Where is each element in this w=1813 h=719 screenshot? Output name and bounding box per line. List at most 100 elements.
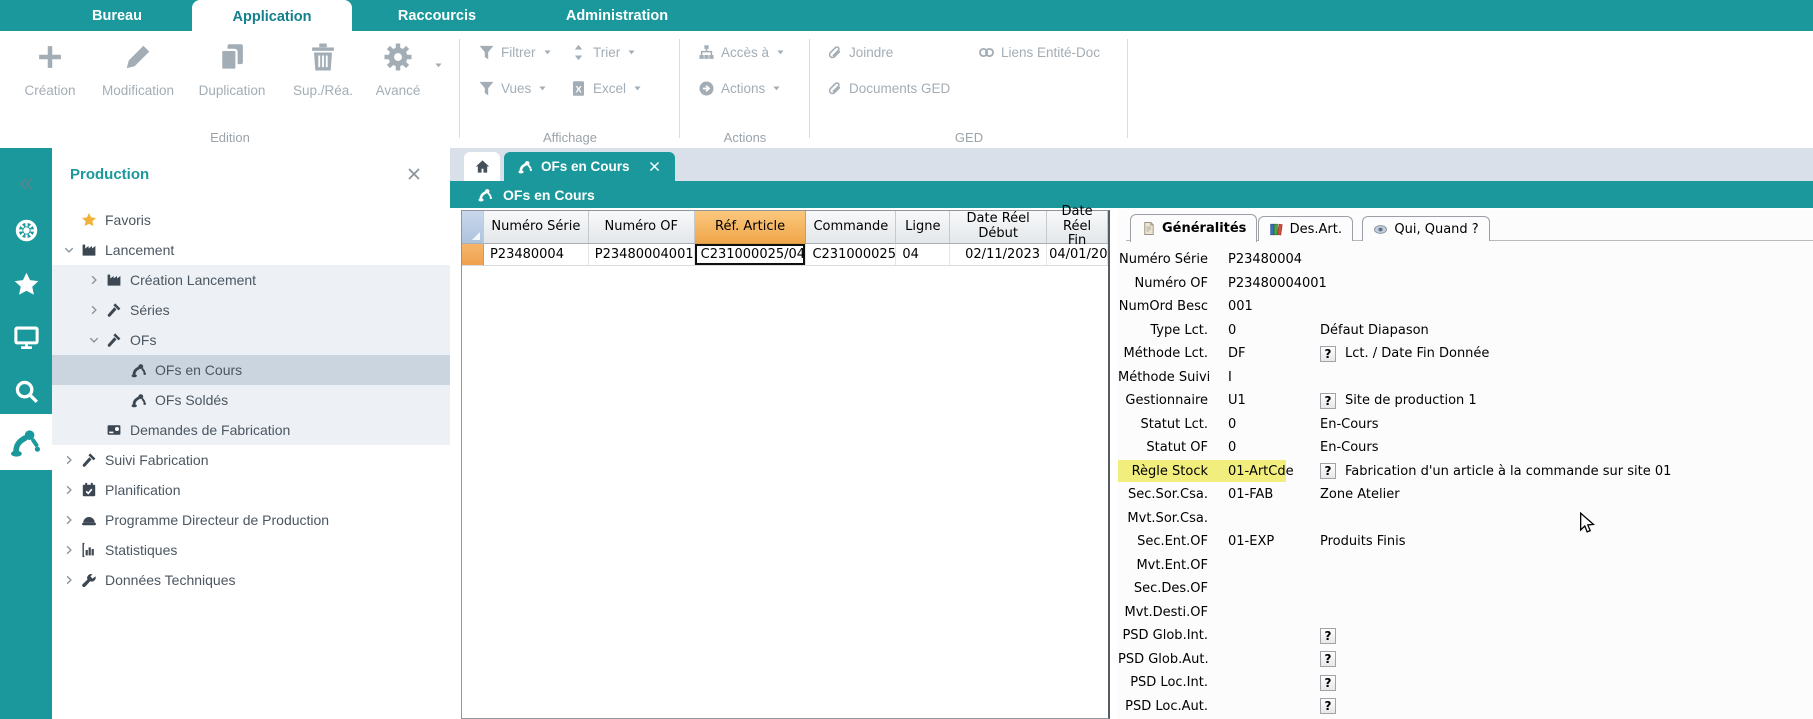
home-tab[interactable]: [464, 152, 500, 181]
help-button[interactable]: ?: [1320, 628, 1336, 644]
search-button[interactable]: [0, 373, 52, 409]
chevron-right-icon[interactable]: [63, 454, 81, 466]
ribbon-group-affichage: FiltrerTrierVuesXExcelAffichage: [460, 31, 680, 148]
select-all-corner-cell[interactable]: [462, 211, 484, 244]
paperclip-icon: [826, 44, 843, 61]
robot-arm-icon: [131, 362, 147, 378]
trier-button[interactable]: Trier: [570, 44, 636, 61]
eye-card-icon: [1373, 222, 1388, 237]
grid-cell[interactable]: P23480004001: [589, 244, 695, 266]
liens-entit-doc-button[interactable]: Liens Entité-Doc: [978, 44, 1100, 61]
cr-ation-button[interactable]: Création: [8, 39, 92, 98]
sidebar-item-lancement[interactable]: Lancement: [52, 235, 450, 265]
column-header-num-ro-of[interactable]: Numéro OF: [589, 211, 695, 244]
grid-cell[interactable]: P23480004: [484, 244, 589, 266]
button-label: Vues: [501, 81, 531, 96]
grid-cell[interactable]: 04: [896, 244, 950, 266]
tab-ofs-en-cours[interactable]: OFs en Cours: [504, 152, 675, 181]
sidebar-item-statistiques[interactable]: Statistiques: [52, 535, 450, 565]
content-title-bar: OFs en Cours: [450, 181, 1813, 208]
column-header-date-r-el-fin[interactable]: Date Réel Fin: [1047, 211, 1108, 244]
sidebar-close-button[interactable]: [406, 166, 424, 184]
sidebar-item-ofs-en-cours[interactable]: OFs en Cours: [52, 355, 450, 385]
help-button[interactable]: ?: [1320, 651, 1336, 667]
sidebar-item-ofs[interactable]: OFs: [52, 325, 450, 355]
menu-tab-raccourcis[interactable]: Raccourcis: [352, 0, 522, 31]
sidebar-item-favoris[interactable]: Favoris: [52, 205, 450, 235]
documents-ged-button[interactable]: Documents GED: [826, 80, 950, 97]
sidebar-item-demandes-de-fabrication[interactable]: Demandes de Fabrication: [52, 415, 450, 445]
close-tab-icon[interactable]: [648, 160, 661, 173]
chevron-right-icon[interactable]: [88, 304, 106, 316]
chevron-right-icon[interactable]: [88, 274, 106, 286]
form-row-num-ro-of: Numéro OFP23480004001: [1118, 272, 1813, 296]
help-button[interactable]: ?: [1320, 698, 1336, 714]
form-row-statut-lct-: Statut Lct.0En-Cours: [1118, 413, 1813, 437]
modules-wheel-button[interactable]: [0, 212, 52, 248]
help-button[interactable]: ?: [1320, 393, 1336, 409]
panel-tab-g-n-ralit-s[interactable]: Généralités: [1130, 214, 1257, 242]
column-header-num-ro-s-rie[interactable]: Numéro Série: [484, 211, 589, 244]
column-header-commande[interactable]: Commande: [806, 211, 896, 244]
grid-cell[interactable]: 02/11/2023: [950, 244, 1047, 266]
actions-button[interactable]: Actions: [698, 80, 781, 97]
filtrer-button[interactable]: Filtrer: [478, 44, 552, 61]
button-label: Excel: [593, 81, 626, 96]
group-separator: [1127, 39, 1128, 138]
column-header-r-f-article[interactable]: Réf. Article: [695, 211, 807, 244]
chevron-right-icon[interactable]: [63, 544, 81, 556]
menu-tab-application[interactable]: Application: [192, 0, 352, 33]
field-description-text: Lct. / Date Fin Donnée: [1345, 346, 1489, 361]
panel-tab-qui-quand-[interactable]: Qui, Quand ?: [1362, 216, 1489, 241]
collapse-panel-button[interactable]: [0, 166, 52, 202]
sidebar-item-donn-es-techniques[interactable]: Données Techniques: [52, 565, 450, 595]
chevron-down-icon[interactable]: [88, 334, 106, 346]
chevron-right-icon[interactable]: [63, 484, 81, 496]
grid-cell[interactable]: C231000025/04: [695, 244, 807, 266]
star-favorite-icon: [81, 212, 103, 228]
sidebar-item-ofs-sold-s[interactable]: OFs Soldés: [52, 385, 450, 415]
modification-button[interactable]: Modification: [92, 39, 184, 98]
menu-tab-bureau[interactable]: Bureau: [42, 0, 192, 31]
vues-button[interactable]: Vues: [478, 80, 547, 97]
sort-icon: [570, 44, 587, 61]
chevron-down-icon[interactable]: [63, 244, 81, 256]
sidebar-item-label: Demandes de Fabrication: [130, 422, 290, 438]
panel-tab-des-art-[interactable]: Des.Art.: [1258, 216, 1353, 241]
grid-cell[interactable]: 04/01/2024: [1047, 244, 1108, 266]
button-label: Création: [24, 83, 75, 98]
chevron-right-icon[interactable]: [63, 514, 81, 526]
joindre-button[interactable]: Joindre: [826, 44, 893, 61]
acc-s--button[interactable]: Accès à: [698, 44, 785, 61]
caret-down-icon[interactable]: [434, 61, 443, 70]
grid-cell[interactable]: C231000025: [806, 244, 896, 266]
excel-button[interactable]: XExcel: [570, 80, 642, 97]
monitor-icon: [13, 324, 40, 351]
caret-down-icon: [772, 84, 781, 93]
button-label: Modification: [102, 83, 174, 98]
help-button[interactable]: ?: [1320, 463, 1336, 479]
caret-down-icon: [627, 48, 636, 57]
sidebar-item-programme-directeur-de-production[interactable]: Programme Directeur de Production: [52, 505, 450, 535]
sidebar-item-planification[interactable]: Planification: [52, 475, 450, 505]
column-header-date-r-el-d-but[interactable]: Date Réel Début: [950, 211, 1047, 244]
sidebar-item-suivi-fabrication[interactable]: Suivi Fabrication: [52, 445, 450, 475]
row-selector-cell[interactable]: [462, 244, 484, 266]
field-label: Sec.Sor.Csa.: [1118, 487, 1208, 502]
duplication-button[interactable]: Duplication: [184, 39, 280, 98]
column-header-ligne[interactable]: Ligne: [896, 211, 950, 244]
machine-card-icon: [106, 422, 128, 438]
form-row-r-gle-stock: Règle Stock01-ArtCde?Fabrication d'un ar…: [1118, 460, 1813, 484]
avanc--button[interactable]: Avancé: [366, 39, 430, 98]
help-button[interactable]: ?: [1320, 346, 1336, 362]
production-module-button[interactable]: [0, 414, 52, 470]
chevron-right-icon[interactable]: [63, 574, 81, 586]
sidebar-item-s-ries[interactable]: Séries: [52, 295, 450, 325]
sup-r-a--button[interactable]: Sup./Réa.: [280, 39, 366, 98]
field-description-text: Défaut Diapason: [1320, 323, 1429, 338]
favorites-button[interactable]: [0, 266, 52, 302]
workspace-button[interactable]: [0, 319, 52, 355]
sidebar-item-cr-ation-lancement[interactable]: Création Lancement: [52, 265, 450, 295]
help-button[interactable]: ?: [1320, 675, 1336, 691]
menu-tab-administration[interactable]: Administration: [522, 0, 712, 31]
